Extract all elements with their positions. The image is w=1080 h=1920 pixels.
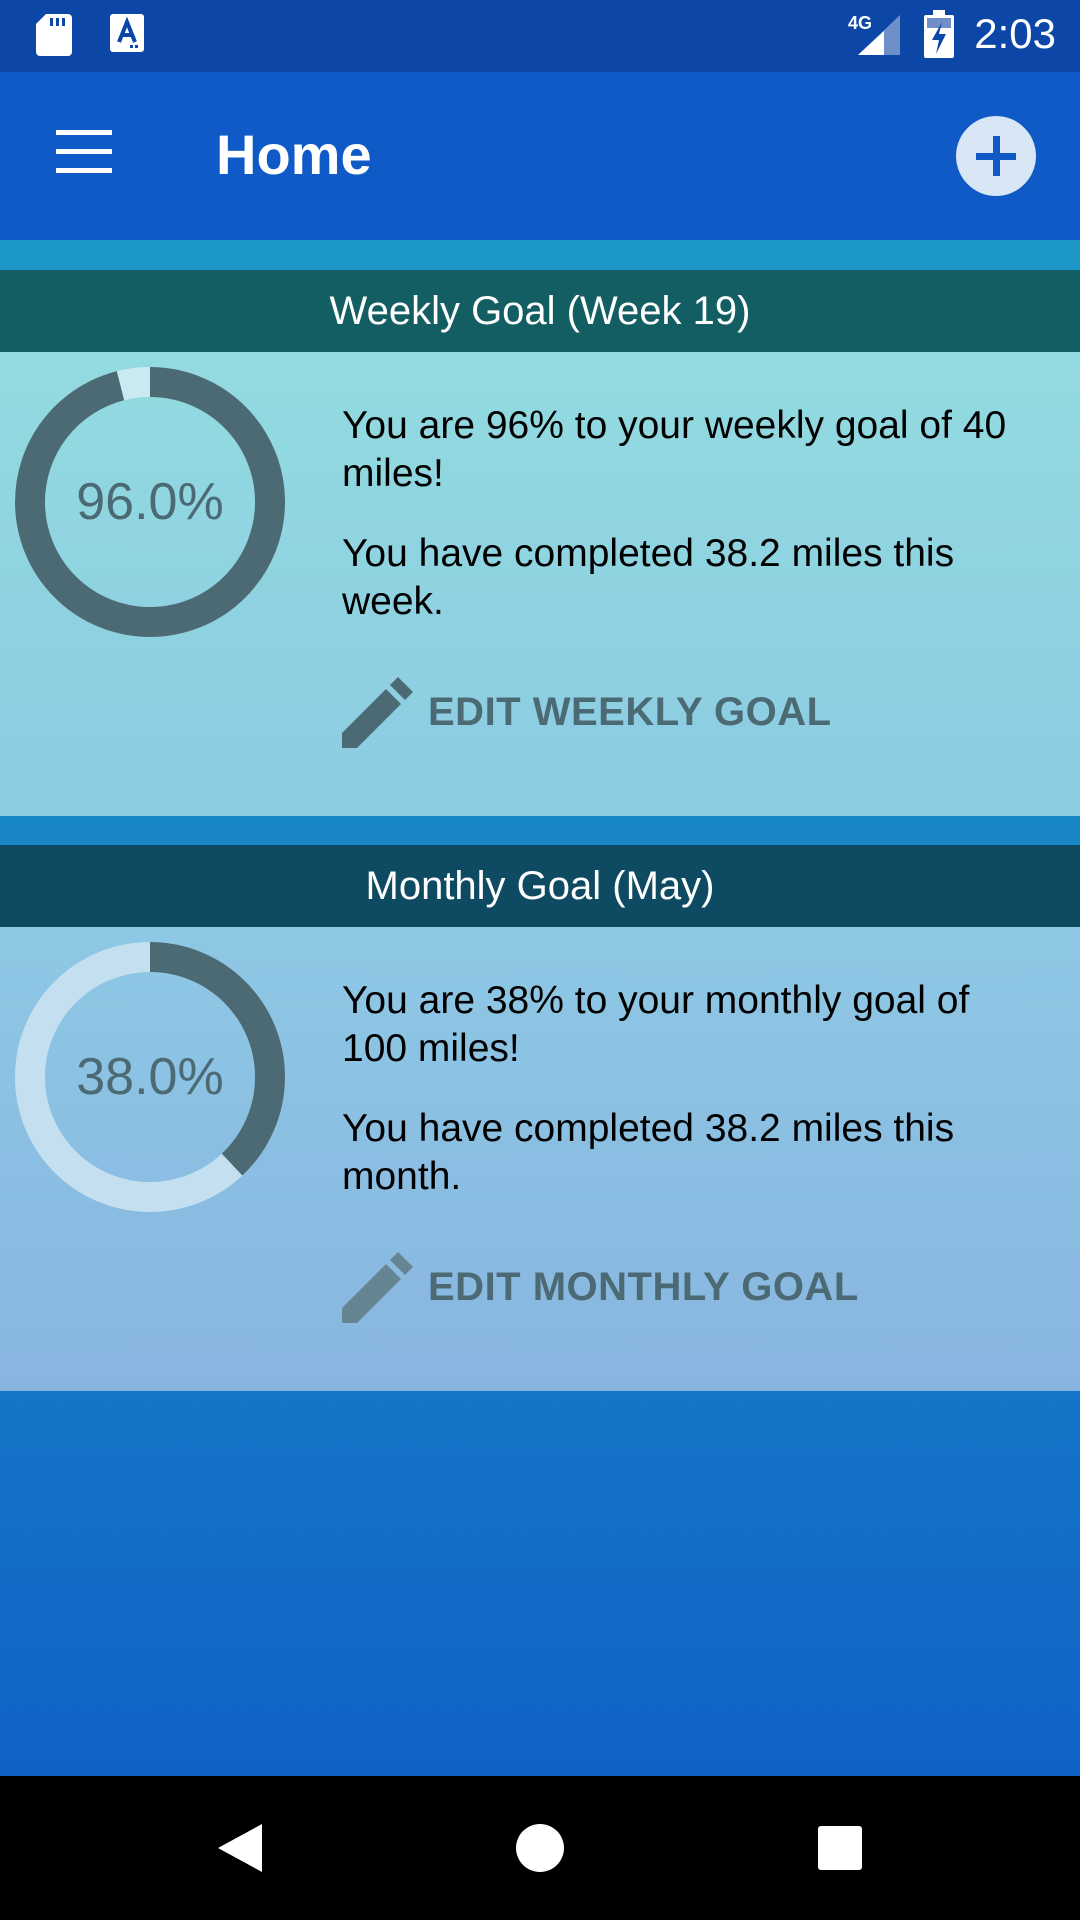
monthly-percent-label: 38.0% [76, 1048, 224, 1106]
monthly-goal-title: Monthly Goal (May) [365, 863, 715, 908]
weekly-goal-text: You are 96% to your weekly goal of 40 mi… [342, 402, 1042, 658]
text-a-icon [110, 14, 144, 52]
weekly-goal-header: Weekly Goal (Week 19) [0, 270, 1080, 352]
hamburger-menu-icon[interactable] [56, 130, 112, 174]
monthly-goal-body: 38.0% You are 38% to your monthly goal o… [0, 927, 1080, 1391]
pencil-icon [342, 677, 413, 748]
edit-weekly-goal-label: EDIT WEEKLY GOAL [428, 689, 832, 734]
clock: 2:03 [974, 10, 1056, 57]
home-icon[interactable] [516, 1824, 564, 1872]
system-icons: 4G 2:03 [848, 10, 1056, 58]
pencil-icon [342, 1252, 413, 1323]
monthly-goal-status: You are 38% to your monthly goal of 100 … [342, 979, 970, 1070]
recents-icon[interactable] [818, 1826, 862, 1870]
navigation-bar [0, 1776, 1080, 1920]
weekly-goal-title: Weekly Goal (Week 19) [329, 288, 751, 333]
sd-card-icon [36, 14, 72, 56]
svg-text:4G: 4G [848, 13, 872, 33]
edit-monthly-goal-label: EDIT MONTHLY GOAL [428, 1264, 859, 1309]
page-title: Home [216, 123, 372, 186]
edit-weekly-goal-button[interactable]: EDIT WEEKLY GOAL [342, 676, 832, 748]
add-icon [976, 136, 1016, 176]
weekly-goal-status: You are 96% to your weekly goal of 40 mi… [342, 404, 1007, 495]
monthly-goal-text: You are 38% to your monthly goal of 100 … [342, 977, 1042, 1233]
weekly-goal-completed: You have completed 38.2 miles this week. [342, 532, 955, 623]
weekly-goal-card: Weekly Goal (Week 19) 96.0% You are 96% … [0, 270, 1080, 816]
add-button[interactable] [956, 116, 1036, 196]
monthly-goal-card: Monthly Goal (May) 38.0% You are 38% to … [0, 845, 1080, 1391]
app-bar: Home [0, 72, 1080, 240]
nav-buttons [218, 1824, 862, 1872]
status-bar: 4G 2:03 [0, 0, 1080, 72]
back-icon[interactable] [218, 1824, 262, 1872]
weekly-goal-body: 96.0% You are 96% to your weekly goal of… [0, 352, 1080, 816]
weekly-percent-label: 96.0% [76, 473, 224, 531]
edit-monthly-goal-button[interactable]: EDIT MONTHLY GOAL [342, 1251, 859, 1323]
monthly-goal-header: Monthly Goal (May) [0, 845, 1080, 927]
signal-icon: 4G [848, 13, 901, 55]
monthly-goal-completed: You have completed 38.2 miles this month… [342, 1107, 955, 1198]
battery-charging-icon [924, 10, 955, 58]
notification-icons [36, 14, 144, 56]
